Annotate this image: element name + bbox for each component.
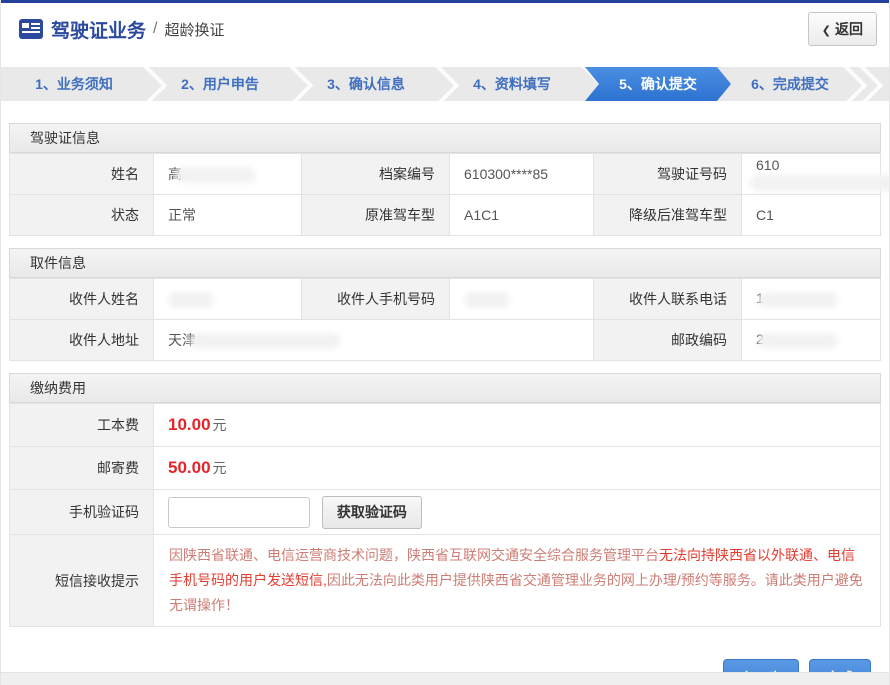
table-row: 邮寄费 50.00元 [10, 447, 881, 490]
breadcrumb-current: 超龄换证 [164, 19, 224, 40]
status-label: 状态 [10, 195, 154, 236]
get-captcha-button[interactable]: 获取验证码 [322, 496, 422, 529]
redaction-blur [168, 292, 214, 308]
section-license-info: 驾驶证信息 姓名 高 档案编号 610300****85 驾驶证号码 610 状… [9, 123, 881, 236]
payment-table: 工本费 10.00元 邮寄费 50.00元 手机验证码 获取验证码 短信接收提示… [9, 403, 881, 627]
file-number-value: 610300****85 [450, 154, 594, 195]
section-title: 取件信息 [9, 248, 881, 278]
step-label: 4、资料填写 [473, 74, 551, 94]
table-row: 姓名 高 档案编号 610300****85 驾驶证号码 610 [10, 154, 881, 195]
license-info-table: 姓名 高 档案编号 610300****85 驾驶证号码 610 状态 正常 原… [9, 153, 881, 236]
downgraded-class-label: 降级后准驾车型 [594, 195, 742, 236]
table-row: 手机验证码 获取验证码 [10, 490, 881, 535]
zip-code-label: 邮政编码 [594, 320, 742, 361]
license-number-value: 610 [742, 154, 881, 195]
recipient-address-value: 天津 [154, 320, 594, 361]
fee-unit: 元 [213, 417, 227, 433]
file-number-label: 档案编号 [302, 154, 450, 195]
step-label: 5、确认提交 [619, 74, 697, 94]
recipient-phone-label: 收件人联系电话 [594, 279, 742, 320]
recipient-address-label: 收件人地址 [10, 320, 154, 361]
section-title: 驾驶证信息 [9, 123, 881, 153]
postage-fee-label: 邮寄费 [10, 447, 154, 490]
step-bar-filler [863, 67, 889, 101]
table-row: 收件人地址 天津 邮政编码 2 [10, 320, 881, 361]
fee-amount: 50.00 [168, 458, 211, 477]
step-label: 6、完成提交 [751, 74, 829, 94]
postage-fee-value: 50.00元 [154, 447, 881, 490]
original-class-value: A1C1 [450, 195, 594, 236]
step-label: 3、确认信息 [327, 74, 405, 94]
sms-notice-text: 因陕西省联通、电信运营商技术问题，陕西省互联网交通安全综合服务管理平台无法向持陕… [154, 535, 881, 627]
step-1-business-notice[interactable]: 1、业务须知 [1, 67, 147, 101]
section-payment-fees: 缴纳费用 工本费 10.00元 邮寄费 50.00元 手机验证码 获取验证码 短… [9, 373, 881, 627]
bottom-strip [1, 672, 889, 685]
fee-amount: 10.00 [168, 415, 211, 434]
recipient-mobile-value [450, 279, 594, 320]
step-5-confirm-submit-active[interactable]: 5、确认提交 [585, 67, 731, 101]
sms-captcha-cell: 获取验证码 [154, 490, 881, 535]
table-row: 工本费 10.00元 [10, 404, 881, 447]
name-label: 姓名 [10, 154, 154, 195]
back-button[interactable]: ❮ 返回 [808, 12, 877, 46]
table-row: 收件人姓名 收件人手机号码 收件人联系电话 1 [10, 279, 881, 320]
table-row: 状态 正常 原准驾车型 A1C1 降级后准驾车型 C1 [10, 195, 881, 236]
sms-notice-label: 短信接收提示 [10, 535, 154, 627]
recipient-name-value [154, 279, 302, 320]
recipient-name-label: 收件人姓名 [10, 279, 154, 320]
header: 驾驶证业务 / 超龄换证 ❮ 返回 [1, 3, 889, 55]
step-label: 1、业务须知 [35, 74, 113, 94]
back-label: 返回 [835, 21, 863, 37]
table-row: 短信接收提示 因陕西省联通、电信运营商技术问题，陕西省互联网交通安全综合服务管理… [10, 535, 881, 627]
name-value: 高 [154, 154, 302, 195]
notice-part-1: 因陕西省联通、电信运营商技术问题，陕西省互联网交通安全综合服务管理平台 [169, 547, 659, 563]
redaction-blur [758, 333, 838, 349]
original-class-label: 原准驾车型 [302, 195, 450, 236]
sms-captcha-input[interactable] [168, 497, 310, 528]
step-progress-bar: 1、业务须知 2、用户申告 3、确认信息 4、资料填写 5、确认提交 6、完成提… [1, 67, 889, 101]
downgraded-class-value: C1 [742, 195, 881, 236]
license-number-label: 驾驶证号码 [594, 154, 742, 195]
redaction-blur [464, 292, 510, 308]
section-pickup-info: 取件信息 收件人姓名 收件人手机号码 收件人联系电话 1 收件人地址 天津 邮政… [9, 248, 881, 361]
production-fee-value: 10.00元 [154, 404, 881, 447]
back-chevron-icon: ❮ [822, 25, 831, 37]
redaction-blur [176, 167, 256, 183]
breadcrumb-divider: / [153, 20, 157, 38]
section-title: 缴纳费用 [9, 373, 881, 403]
redaction-blur [750, 175, 890, 191]
recipient-phone-value: 1 [742, 279, 881, 320]
pickup-info-table: 收件人姓名 收件人手机号码 收件人联系电话 1 收件人地址 天津 邮政编码 2 [9, 278, 881, 361]
recipient-mobile-label: 收件人手机号码 [302, 279, 450, 320]
sms-captcha-label: 手机验证码 [10, 490, 154, 535]
step-2-user-declaration[interactable]: 2、用户申告 [147, 67, 293, 101]
redaction-blur [758, 292, 838, 308]
step-label: 2、用户申告 [181, 74, 259, 94]
step-4-fill-materials[interactable]: 4、资料填写 [439, 67, 585, 101]
license-card-icon [19, 19, 43, 39]
step-3-confirm-info[interactable]: 3、确认信息 [293, 67, 439, 101]
status-value: 正常 [154, 195, 302, 236]
page-title: 驾驶证业务 [51, 16, 146, 43]
zip-code-value: 2 [742, 320, 881, 361]
redaction-blur [190, 333, 340, 349]
production-fee-label: 工本费 [10, 404, 154, 447]
page: 驾驶证业务 / 超龄换证 ❮ 返回 1、业务须知 2、用户申告 3、确认信息 4、… [0, 0, 890, 685]
fee-unit: 元 [213, 460, 227, 476]
